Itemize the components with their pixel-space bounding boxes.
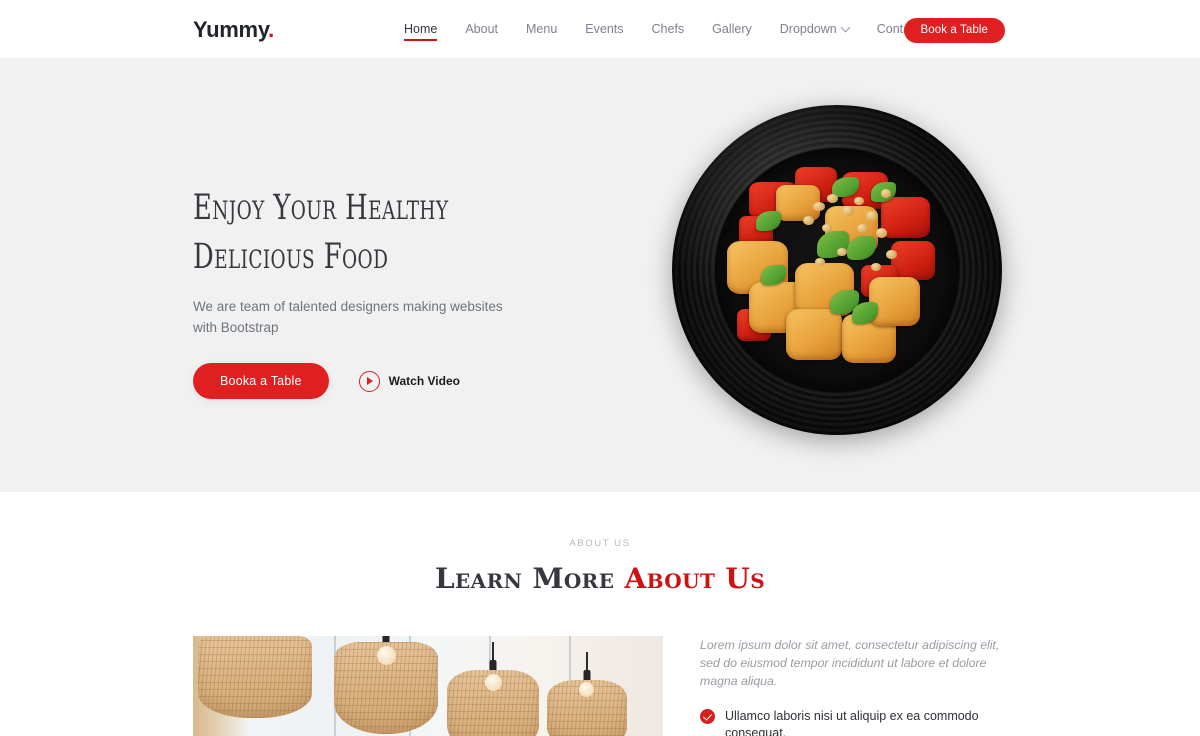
- hero-food-image: [672, 105, 1002, 435]
- nav-label-dropdown: Dropdown: [779, 22, 837, 36]
- list-item: Ullamco laboris nisi ut aliquip ex ea co…: [700, 708, 1020, 736]
- nav-item-home[interactable]: Home: [390, 0, 451, 58]
- about-lead-paragraph: Lorem ipsum dolor sit amet, consectetur …: [700, 638, 1000, 688]
- site-logo[interactable]: Yummy.: [193, 17, 274, 43]
- hero-actions: Booka a Table Watch Video: [193, 363, 623, 399]
- book-a-table-button[interactable]: Book a Table: [903, 18, 1005, 43]
- hero-title-line-2: Delicious Food: [193, 237, 389, 277]
- nav-label-events: Events: [585, 22, 624, 36]
- nav-label-chefs: Chefs: [651, 22, 685, 36]
- watch-video-button[interactable]: Watch Video: [358, 370, 460, 392]
- nav-item-dropdown[interactable]: Dropdown: [766, 0, 863, 58]
- hero-book-table-button[interactable]: Booka a Table: [193, 363, 329, 399]
- hero-section: Enjoy Your Healthy Delicious Food We are…: [0, 58, 1200, 492]
- logo-dot: .: [268, 17, 274, 42]
- nav-label-gallery: Gallery: [712, 22, 752, 36]
- nav-item-gallery[interactable]: Gallery: [698, 0, 766, 58]
- check-circle-icon: [700, 709, 715, 724]
- site-header: Yummy. Home About Menu Events Chefs Gall…: [0, 0, 1200, 58]
- about-body: Lorem ipsum dolor sit amet, consectetur …: [0, 636, 1200, 736]
- hero-subtitle: We are team of talented designers making…: [193, 299, 503, 335]
- play-icon: [358, 370, 380, 392]
- main-navigation: Home About Menu Events Chefs Gallery Dro…: [390, 0, 934, 58]
- hero-title-line-1: Enjoy Your Healthy: [193, 188, 449, 228]
- watch-video-label: Watch Video: [388, 374, 460, 388]
- nav-item-about[interactable]: About: [451, 0, 512, 58]
- hero-title: Enjoy Your Healthy Delicious Food: [193, 184, 546, 282]
- about-text-column: Lorem ipsum dolor sit amet, consectetur …: [700, 636, 1020, 736]
- list-item-label: Ullamco laboris nisi ut aliquip ex ea co…: [725, 709, 979, 736]
- about-feature-list: Ullamco laboris nisi ut aliquip ex ea co…: [700, 708, 1020, 736]
- nav-item-events[interactable]: Events: [571, 0, 637, 58]
- chevron-down-icon: [840, 22, 851, 33]
- logo-text: Yummy: [193, 17, 269, 42]
- nav-label-menu: Menu: [526, 22, 558, 36]
- hero-copy: Enjoy Your Healthy Delicious Food We are…: [193, 184, 623, 399]
- about-title-accent: About Us: [624, 562, 766, 595]
- about-eyebrow: ABOUT US: [569, 538, 631, 549]
- about-section: ABOUT US Learn More About Us Lorem ipsum…: [0, 492, 1200, 736]
- nav-label-home: Home: [404, 22, 438, 36]
- plate-well: [714, 147, 960, 393]
- page-root: Yummy. Home About Menu Events Chefs Gall…: [0, 0, 1200, 736]
- about-title: Learn More About Us: [0, 563, 1200, 595]
- about-image: [193, 636, 663, 736]
- nav-item-chefs[interactable]: Chefs: [638, 0, 699, 58]
- nav-label-about: About: [465, 22, 499, 36]
- about-title-plain: Learn More: [434, 562, 625, 595]
- interior-photo: [193, 636, 663, 736]
- nav-item-menu[interactable]: Menu: [512, 0, 571, 58]
